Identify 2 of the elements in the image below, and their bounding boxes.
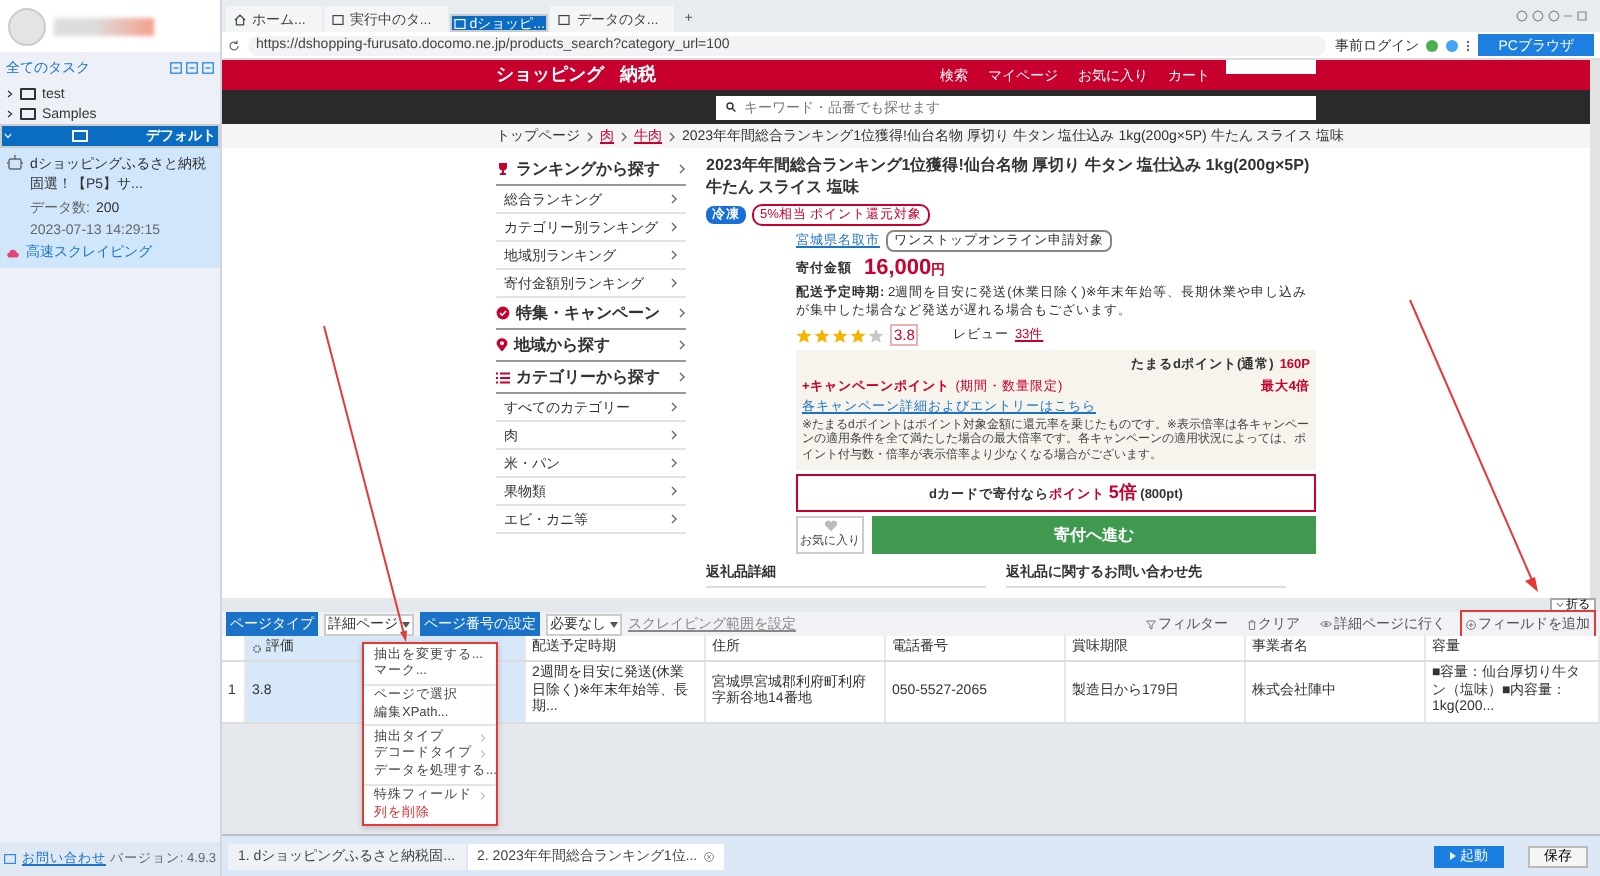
site-logo-sub: 納税 xyxy=(620,62,656,88)
product-title: 2023年年間総合ランキング1位獲得!仙台名物 厚切り 牛タン 塩仕込み 1kg(200g×5P) 牛たん スライス 塩味 xyxy=(706,154,1312,198)
